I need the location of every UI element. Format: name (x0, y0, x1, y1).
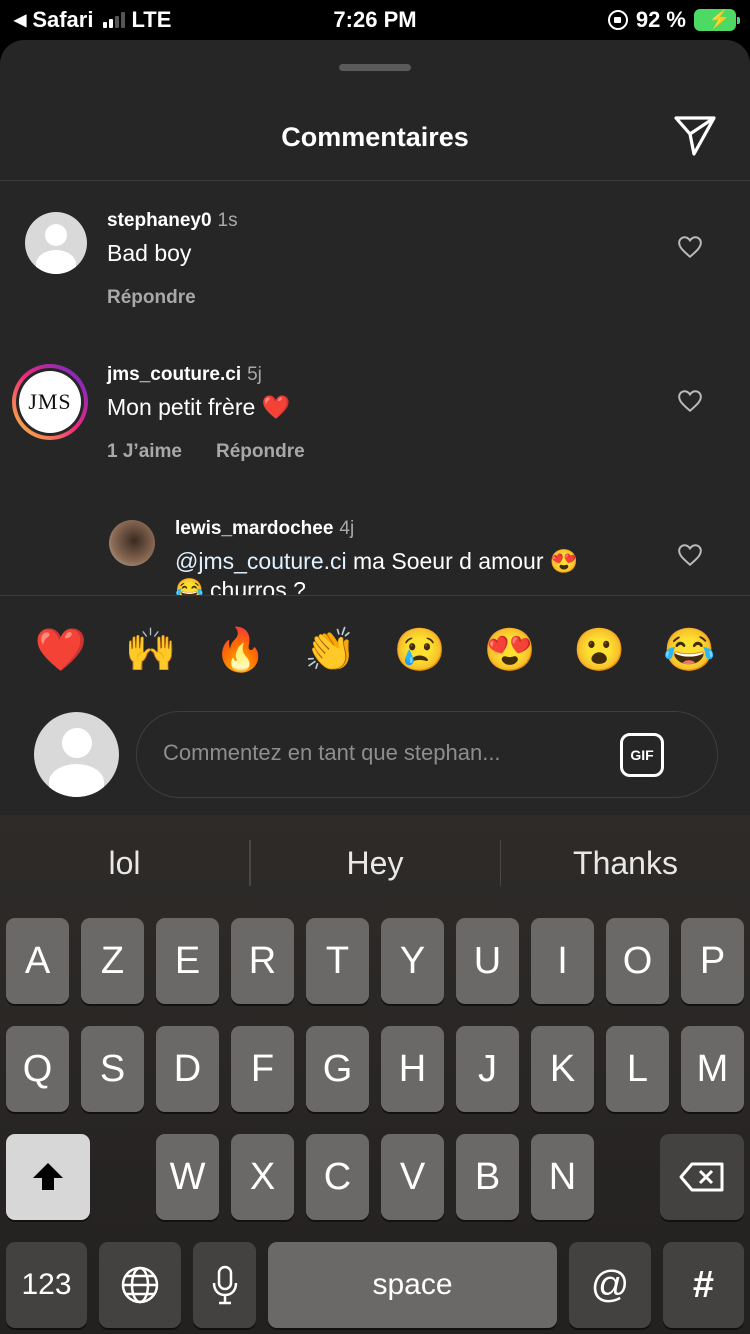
like-heart-icon[interactable] (677, 388, 703, 414)
comment-text: Mon petit frère ❤️ (107, 394, 291, 420)
my-avatar (34, 712, 119, 797)
comment-username[interactable]: jms_couture.ci (107, 364, 241, 385)
hash-key[interactable]: # (663, 1242, 744, 1328)
key-t[interactable]: T (306, 918, 369, 1004)
key-c[interactable]: C (306, 1134, 369, 1220)
predictive-bar: lol Hey Thanks (0, 815, 750, 911)
key-q[interactable]: Q (6, 1026, 69, 1112)
delete-key[interactable] (660, 1134, 744, 1220)
key-y[interactable]: Y (381, 918, 444, 1004)
emoji-raised-hands[interactable]: 🙌 (121, 626, 181, 675)
reply-button[interactable]: Répondre (216, 441, 305, 463)
mention-link[interactable]: @jms_couture.ci (175, 548, 347, 574)
key-r[interactable]: R (231, 918, 294, 1004)
key-s[interactable]: S (81, 1026, 144, 1112)
key-n[interactable]: N (531, 1134, 594, 1220)
backspace-icon (679, 1162, 724, 1192)
reply-button[interactable]: Répondre (107, 287, 196, 309)
key-a[interactable]: A (6, 918, 69, 1004)
key-h[interactable]: H (381, 1026, 444, 1112)
key-z[interactable]: Z (81, 918, 144, 1004)
comment-username[interactable]: lewis_mardochee (175, 518, 333, 539)
gif-button[interactable]: GIF (620, 733, 664, 777)
battery-charging-icon: ⚡ (694, 9, 740, 31)
emoji-clap[interactable]: 👏 (300, 626, 360, 675)
key-p[interactable]: P (681, 918, 744, 1004)
comment-text: ma Soeur d amour 😍 (346, 548, 579, 574)
likes-count[interactable]: 1 J’aime (107, 441, 182, 463)
shift-arrow-icon (33, 1163, 63, 1190)
battery-percent: 92 % (635, 7, 686, 32)
sheet-grabber[interactable] (339, 64, 411, 71)
comment-time: 5j (247, 364, 262, 385)
comment-time: 4j (339, 518, 355, 539)
like-heart-icon[interactable] (677, 542, 703, 568)
dictation-key[interactable] (193, 1242, 256, 1328)
status-bar: ◀ Safari LTE 7:26 PM 92 % ⚡ (0, 0, 750, 40)
numbers-key[interactable]: 123 (6, 1242, 87, 1328)
shift-key[interactable] (6, 1134, 90, 1220)
globe-icon (121, 1266, 159, 1304)
sheet-title: Commentaires (281, 122, 469, 152)
key-u[interactable]: U (456, 918, 519, 1004)
at-key[interactable]: @ (569, 1242, 651, 1328)
key-d[interactable]: D (156, 1026, 219, 1112)
emoji-divider (0, 595, 750, 596)
emoji-heart-eyes[interactable]: 😍 (480, 626, 540, 675)
key-w[interactable]: W (156, 1134, 219, 1220)
comment-text: Bad boy (107, 240, 192, 266)
emoji-crying[interactable]: 😢 (390, 626, 450, 675)
key-l[interactable]: L (606, 1026, 669, 1112)
header-divider (0, 180, 750, 181)
comments-sheet: Commentaires stephaney0 1s Bad boy Répond… (0, 40, 750, 815)
comment-input[interactable] (163, 740, 603, 766)
emoji-heart[interactable]: ❤️ (31, 626, 91, 675)
suggestion-1[interactable]: lol (0, 845, 249, 882)
key-x[interactable]: X (231, 1134, 294, 1220)
key-v[interactable]: V (381, 1134, 444, 1220)
comment-input-box[interactable]: GIF (136, 711, 718, 798)
key-b[interactable]: B (456, 1134, 519, 1220)
emoji-surprised[interactable]: 😮 (569, 626, 629, 675)
comment-time: 1s (217, 210, 238, 231)
suggestion-3[interactable]: Thanks (501, 845, 750, 882)
suggestion-2[interactable]: Hey (251, 845, 500, 882)
emoji-quick-bar: ❤️ 🙌 🔥 👏 😢 😍 😮 😂 (0, 605, 750, 695)
globe-key[interactable] (99, 1242, 181, 1328)
key-j[interactable]: J (456, 1026, 519, 1112)
key-e[interactable]: E (156, 918, 219, 1004)
jms-logo: JMS (19, 371, 81, 433)
key-i[interactable]: I (531, 918, 594, 1004)
emoji-laughing[interactable]: 😂 (659, 626, 719, 675)
avatar[interactable] (109, 520, 155, 566)
avatar-story-ring[interactable]: JMS (12, 364, 88, 440)
space-key[interactable]: space (268, 1242, 557, 1328)
key-o[interactable]: O (606, 918, 669, 1004)
emoji-fire[interactable]: 🔥 (210, 626, 270, 675)
comment-text-continued: 😂 churros ? (175, 577, 306, 595)
key-m[interactable]: M (681, 1026, 744, 1112)
like-heart-icon[interactable] (677, 234, 703, 260)
orientation-lock-icon (607, 10, 628, 30)
comment-item: lewis_mardochee 4j @jms_couture.ci ma Soe… (0, 518, 750, 595)
comment-username[interactable]: stephaney0 (107, 210, 212, 231)
key-g[interactable]: G (306, 1026, 369, 1112)
microphone-icon (212, 1265, 237, 1305)
share-send-icon[interactable] (672, 112, 718, 158)
keyboard: lol Hey Thanks A Z E R T Y U I O P Q S D… (0, 815, 750, 1334)
key-f[interactable]: F (231, 1026, 294, 1112)
avatar[interactable] (25, 212, 87, 274)
status-right: 92 % ⚡ (607, 7, 740, 33)
key-k[interactable]: K (531, 1026, 594, 1112)
